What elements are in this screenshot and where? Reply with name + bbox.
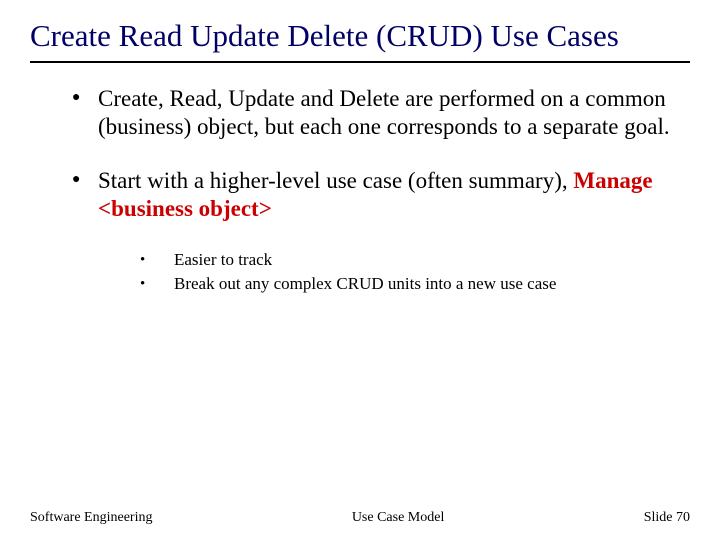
bullet-text: Create, Read, Update and Delete are perf… bbox=[98, 85, 690, 141]
slide-title: Create Read Update Delete (CRUD) Use Cas… bbox=[30, 18, 690, 55]
bullet-icon: ● bbox=[72, 85, 98, 111]
sub-bullet-list: • Easier to track • Break out any comple… bbox=[72, 249, 690, 295]
bullet-text: Start with a higher-level use case (ofte… bbox=[98, 167, 690, 223]
footer-left: Software Engineering bbox=[30, 510, 152, 526]
title-underline bbox=[30, 61, 690, 63]
bullet-icon: ● bbox=[72, 167, 98, 193]
list-item: ● Create, Read, Update and Delete are pe… bbox=[72, 85, 690, 141]
bullet-icon: • bbox=[140, 249, 174, 271]
list-item: • Break out any complex CRUD units into … bbox=[140, 273, 690, 295]
footer-center: Use Case Model bbox=[352, 510, 445, 526]
footer-right-prefix: Slide bbox=[644, 510, 676, 525]
slide-number: 70 bbox=[676, 510, 690, 525]
bullet-text-prefix: Start with a higher-level use case (ofte… bbox=[98, 168, 573, 193]
bullet-icon: • bbox=[140, 273, 174, 295]
sub-bullet-text: Easier to track bbox=[174, 249, 272, 270]
footer-right: Slide 70 bbox=[644, 510, 690, 526]
list-item: • Easier to track bbox=[140, 249, 690, 271]
list-item: ● Start with a higher-level use case (of… bbox=[72, 167, 690, 223]
sub-bullet-text: Break out any complex CRUD units into a … bbox=[174, 273, 556, 294]
slide-footer: Software Engineering Use Case Model Slid… bbox=[30, 510, 690, 526]
bullet-list: ● Create, Read, Update and Delete are pe… bbox=[30, 85, 690, 295]
